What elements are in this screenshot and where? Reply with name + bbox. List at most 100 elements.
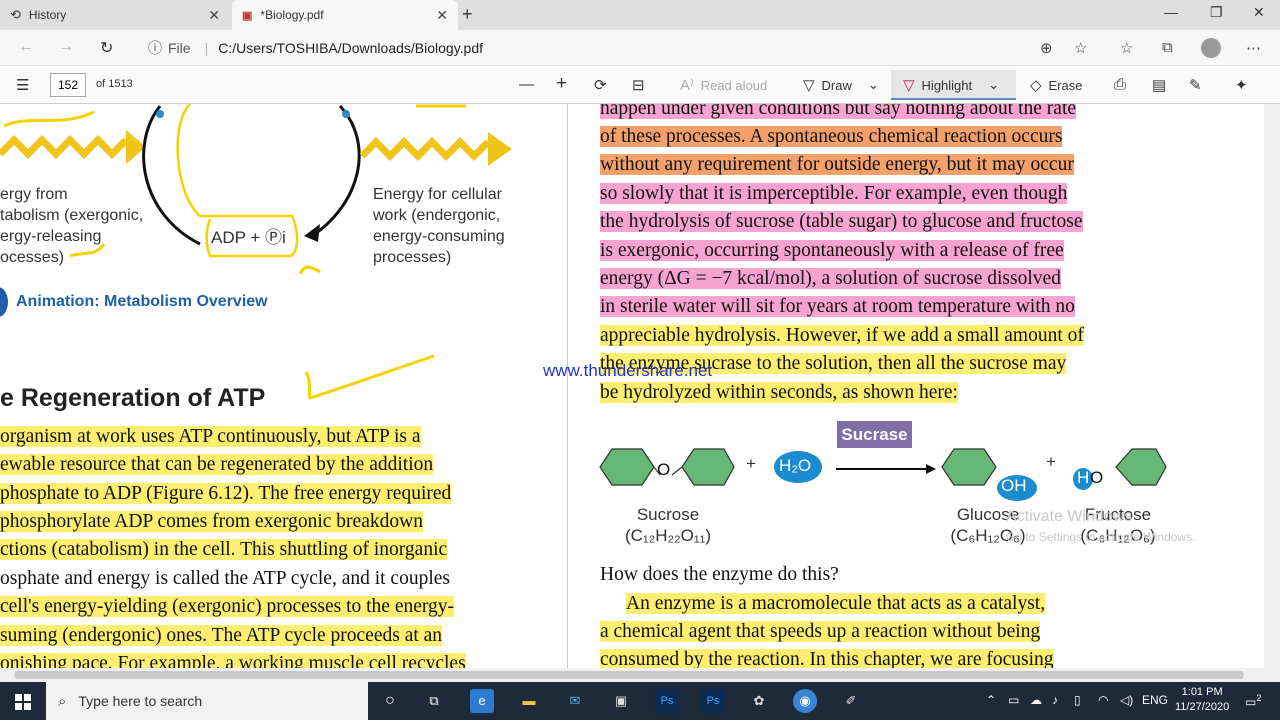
- start-button[interactable]: [0, 682, 46, 720]
- save-as-icon[interactable]: ✎: [1189, 76, 1209, 94]
- left-line-2: ewable resource that can be regenerated …: [0, 454, 434, 475]
- pdf-content: ergy from tabolism (exergonic, ergy-rele…: [0, 104, 1264, 668]
- right-line-3: without any requirement for outside ener…: [600, 154, 1074, 175]
- favorites-icon[interactable]: ☆: [1120, 39, 1133, 57]
- cycle-node-left: [156, 110, 164, 118]
- enzyme-line-3: consumed by the reaction. In this chapte…: [600, 649, 1054, 668]
- horizontal-scrollbar-thumb[interactable]: [14, 671, 1244, 679]
- plus-sign-2: +: [1046, 452, 1056, 471]
- read-aloud-button[interactable]: A⁾ Read aloud: [680, 76, 767, 94]
- profile-avatar[interactable]: [1201, 38, 1221, 58]
- favorite-star-icon[interactable]: ☆: [1074, 39, 1087, 57]
- photoshop-icon[interactable]: Ps: [655, 689, 679, 713]
- language-indicator[interactable]: ENG: [1142, 693, 1168, 707]
- wifi-icon[interactable]: ◠: [1098, 693, 1108, 707]
- sucrose-formula: (C₁₂H₂₂O₁₁): [624, 526, 712, 545]
- address-bar: ← → ↻ ⓘ File | C:/Users/TOSHIBA/Download…: [0, 30, 1280, 66]
- zoom-icon[interactable]: ⊕: [1040, 39, 1053, 57]
- file-explorer-icon[interactable]: ▬: [517, 689, 541, 713]
- fit-page-icon[interactable]: ⊟: [632, 76, 652, 94]
- app-icon[interactable]: ✿: [747, 689, 771, 713]
- notifications-icon[interactable]: ▭2: [1245, 693, 1261, 709]
- fructose-h-label: H: [1077, 468, 1090, 487]
- edge-browser-icon[interactable]: e: [470, 689, 494, 713]
- left-line-3: phosphate to ADP (Figure 6.12). The free…: [0, 483, 452, 504]
- erase-button[interactable]: ◇ Erase: [1030, 76, 1083, 94]
- task-view-icon[interactable]: ⧉: [422, 689, 446, 713]
- sucrose-label: Sucrose: [636, 505, 700, 524]
- show-hidden-icons[interactable]: ⌃: [986, 693, 996, 707]
- url-text: C:/Users/TOSHIBA/Downloads/Biology.pdf: [218, 40, 484, 56]
- microphone-icon[interactable]: ♪: [1052, 693, 1058, 707]
- tab-history[interactable]: ⟲ History ✕: [0, 0, 230, 30]
- battery-icon[interactable]: ▭: [1008, 693, 1019, 707]
- url-separator: |: [204, 40, 209, 56]
- glucose-oh-label: OH: [1001, 476, 1027, 495]
- close-tab-icon[interactable]: ✕: [436, 7, 448, 24]
- back-button[interactable]: ←: [18, 38, 34, 56]
- taskbar: ⌕ Type here to search ○ ⧉ e ▬ ✉ ▣ Ps Ps …: [0, 682, 1280, 720]
- activate-windows-subtitle: Go to Settings to activate Windows.: [1006, 530, 1196, 544]
- rotate-icon[interactable]: ⟳: [594, 76, 614, 94]
- mail-icon[interactable]: ✉: [563, 689, 587, 713]
- right-line-6: is exergonic, occurring spontaneously wi…: [600, 240, 1064, 261]
- section-heading: e Regeneration of ATP: [0, 384, 266, 412]
- handwritten-check-mark: [304, 354, 435, 400]
- draw-button[interactable]: ▽ Draw ⌄: [803, 76, 879, 94]
- water-molecule-label: H₂O: [779, 456, 812, 475]
- store-icon[interactable]: ▣: [609, 689, 633, 713]
- highlight-button[interactable]: ▽ Highlight ⌄: [903, 76, 999, 94]
- plus-sign-1: +: [746, 454, 756, 473]
- photoshop-icon-2[interactable]: Ps: [701, 689, 725, 713]
- contents-icon[interactable]: ☰: [16, 76, 36, 94]
- collections-icon[interactable]: ⧉: [1162, 39, 1173, 56]
- cycle-arc-right: [311, 104, 361, 238]
- enzyme-line-2: a chemical agent that speeds up a reacti…: [600, 621, 1041, 642]
- energy-arrow-right: [359, 137, 491, 161]
- right-line-1: happen under given conditions but say no…: [600, 104, 1077, 120]
- left-line-6: osphate and energy is called the ATP cyc…: [0, 568, 450, 589]
- taskbar-search[interactable]: ⌕ Type here to search: [46, 682, 368, 720]
- page-number-input[interactable]: 152: [50, 73, 86, 97]
- chrome-icon[interactable]: ◉: [793, 689, 817, 713]
- zoom-in-button[interactable]: +: [556, 73, 567, 95]
- handwritten-yellow-stroke: [3, 110, 95, 128]
- right-page-column: happen under given conditions but say no…: [568, 104, 1264, 668]
- enzyme-line-1: An enzyme is a macromolecule that acts a…: [626, 593, 1046, 614]
- more-menu-icon[interactable]: ⋯: [1246, 39, 1261, 57]
- tab-strip: ⟲ History ✕ ▣ *Biology.pdf ✕ + — ❐ ✕: [0, 0, 1280, 30]
- minimize-button[interactable]: —: [1164, 4, 1178, 20]
- vertical-scrollbar[interactable]: [1264, 104, 1280, 668]
- pin-toolbar-icon[interactable]: ✦: [1235, 76, 1255, 94]
- info-icon[interactable]: ⓘ: [148, 38, 162, 58]
- new-tab-button[interactable]: +: [462, 4, 473, 25]
- adp-pi-label: ADP + Ⓟi: [211, 228, 286, 247]
- save-icon[interactable]: ▤: [1152, 76, 1173, 94]
- search-icon: ⌕: [58, 692, 67, 710]
- page-total: of 1513: [96, 78, 133, 90]
- forward-button[interactable]: →: [58, 38, 74, 56]
- url-field[interactable]: ⓘ File | C:/Users/TOSHIBA/Downloads/Biol…: [138, 34, 1098, 62]
- print-icon[interactable]: ⎙: [1114, 76, 1133, 93]
- paint-icon[interactable]: ✐: [839, 689, 863, 713]
- right-line-7: energy (ΔG = −7 kcal/mol), a solution of…: [600, 268, 1061, 289]
- close-tab-icon[interactable]: ✕: [208, 7, 220, 24]
- onedrive-icon[interactable]: ☁: [1030, 693, 1042, 707]
- close-window-button[interactable]: ✕: [1253, 4, 1265, 21]
- refresh-button[interactable]: ↻: [100, 38, 113, 58]
- display-icon[interactable]: ▯: [1074, 693, 1081, 707]
- pdf-icon: ▣: [242, 9, 253, 22]
- energy-from-catabolism-label: ergy from tabolism (exergonic, ergy-rele…: [0, 186, 144, 266]
- animation-link[interactable]: Animation: Metabolism Overview: [16, 293, 268, 311]
- sucrose-bridge-oxygen: O: [657, 460, 671, 479]
- left-line-4: phosphorylate ADP comes from exergonic b…: [0, 511, 423, 532]
- file-scheme-label: File: [168, 40, 191, 56]
- cortana-icon[interactable]: ○: [378, 689, 402, 713]
- tab-biology-pdf[interactable]: ▣ *Biology.pdf ✕: [232, 0, 458, 30]
- right-line-2: of these processes. A spontaneous chemic…: [600, 126, 1063, 147]
- right-line-5: the hydrolysis of sucrose (table sugar) …: [600, 211, 1083, 232]
- zoom-out-button[interactable]: —: [519, 76, 541, 93]
- maximize-button[interactable]: ❐: [1210, 4, 1223, 21]
- system-clock[interactable]: 1:01 PM 11/27/2020: [1175, 685, 1229, 715]
- volume-icon[interactable]: ◁): [1120, 693, 1133, 707]
